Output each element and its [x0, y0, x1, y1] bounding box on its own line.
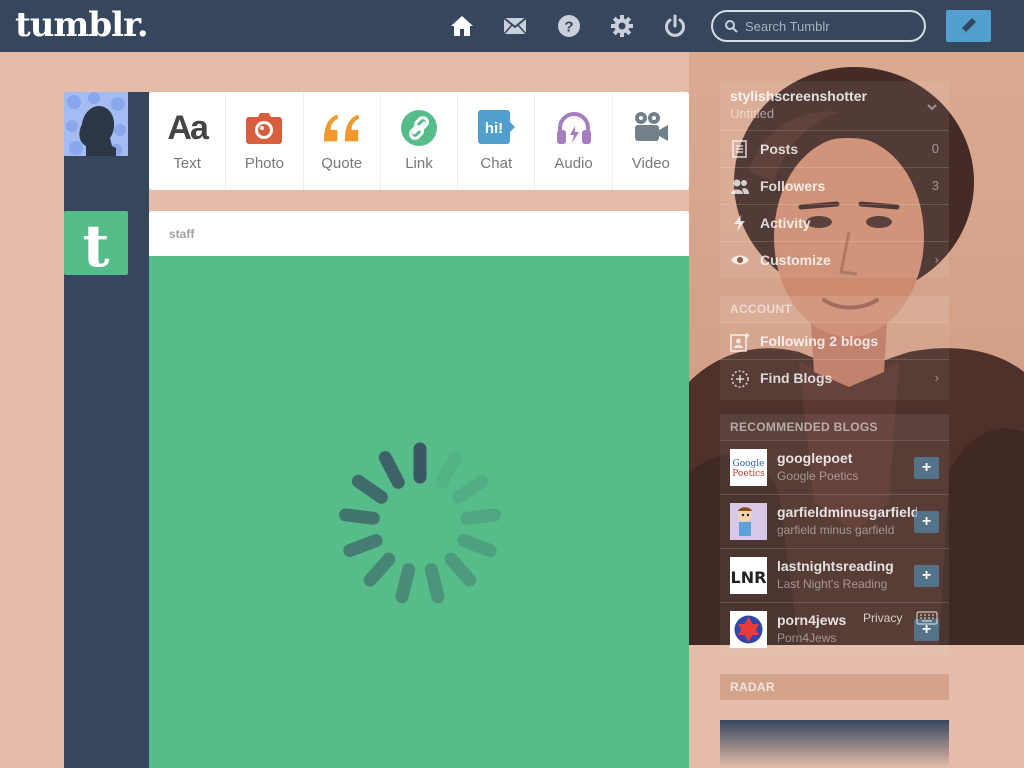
- following-icon: [730, 332, 750, 352]
- account-header: ACCOUNT: [730, 302, 793, 316]
- chevron-down-icon[interactable]: [925, 100, 939, 119]
- post-type-link[interactable]: Link: [381, 92, 459, 190]
- post-type-text[interactable]: Aa Text: [149, 92, 227, 190]
- keyboard-icon[interactable]: [916, 611, 938, 630]
- sidebar-item-followers[interactable]: Followers 3: [720, 167, 949, 204]
- gear-icon[interactable]: [609, 13, 635, 39]
- camera-icon: [244, 110, 284, 146]
- sidebar-item-following[interactable]: Following 2 blogs: [720, 322, 949, 360]
- top-navigation-bar: tumblr. ?: [0, 0, 1024, 52]
- svg-text:t: t: [83, 212, 110, 275]
- post-header: staff: [149, 211, 689, 256]
- followers-icon: [730, 177, 750, 195]
- follow-plus-button[interactable]: +: [914, 565, 939, 587]
- recommended-blog-item[interactable]: Google Poetics googlepoet Google Poetics …: [720, 440, 949, 494]
- follow-plus-button[interactable]: +: [914, 511, 939, 533]
- eye-icon: [730, 251, 750, 269]
- tumblr-logo[interactable]: tumblr.: [15, 5, 149, 45]
- text-icon: Aa: [167, 108, 208, 147]
- recommended-blog-item[interactable]: garfieldminusgarfield garfield minus gar…: [720, 494, 949, 548]
- svg-text:LNR: LNR: [731, 568, 767, 587]
- radar-post-preview[interactable]: [720, 720, 949, 768]
- link-icon: [399, 110, 439, 146]
- search-input[interactable]: [745, 17, 915, 35]
- svg-text:hi!: hi!: [485, 120, 503, 137]
- home-icon[interactable]: [449, 13, 475, 39]
- video-camera-icon: [631, 110, 671, 146]
- post-type-audio[interactable]: Audio: [535, 92, 613, 190]
- radar-header: RADAR: [730, 680, 775, 694]
- star-avatar: [730, 611, 767, 648]
- sidebar-item-posts[interactable]: Posts 0: [720, 130, 949, 167]
- svg-text:Google: Google: [733, 459, 765, 469]
- find-blogs-icon: [730, 369, 750, 388]
- activity-icon: [730, 214, 750, 232]
- recommended-blog-item[interactable]: LNR lastnightsreading Last Night's Readi…: [720, 548, 949, 602]
- pencil-icon: [961, 18, 976, 33]
- posts-icon: [730, 140, 750, 158]
- compose-button[interactable]: [946, 10, 991, 42]
- follow-plus-button[interactable]: +: [914, 457, 939, 479]
- post-author[interactable]: staff: [169, 227, 194, 241]
- loading-spinner-icon: [333, 437, 507, 611]
- user-avatar[interactable]: [64, 92, 128, 156]
- search-icon: [725, 20, 738, 33]
- svg-text:?: ?: [564, 19, 573, 36]
- post-type-bar: Aa Text Photo Quote Link hi! Chat Audio: [149, 92, 689, 190]
- sidebar-item-customize[interactable]: Customize ›: [720, 241, 949, 278]
- google-poetics-logo: Google Poetics: [730, 449, 767, 486]
- quote-icon: [322, 110, 362, 146]
- staff-avatar[interactable]: t: [64, 211, 128, 280]
- power-icon[interactable]: [662, 13, 688, 39]
- post-type-photo[interactable]: Photo: [226, 92, 304, 190]
- privacy-link[interactable]: Privacy: [863, 611, 902, 625]
- recommended-header: RECOMMENDED BLOGS: [730, 420, 878, 434]
- headphones-icon: [554, 110, 594, 146]
- post-type-chat[interactable]: hi! Chat: [458, 92, 536, 190]
- mail-icon[interactable]: [502, 13, 528, 39]
- lnr-logo: LNR: [730, 557, 767, 594]
- recommended-blog-item[interactable]: porn4jews Porn4Jews +: [720, 602, 949, 656]
- garfield-avatar: [730, 503, 767, 540]
- sidebar-item-find-blogs[interactable]: Find Blogs ›: [720, 359, 949, 397]
- svg-text:Poetics: Poetics: [732, 469, 765, 479]
- post-type-video[interactable]: Video: [613, 92, 689, 190]
- sidebar-item-activity[interactable]: Activity: [720, 204, 949, 241]
- post-type-quote[interactable]: Quote: [304, 92, 381, 190]
- search-box[interactable]: [711, 10, 926, 42]
- dashboard-left-column: [64, 92, 149, 768]
- chat-icon: hi!: [476, 110, 516, 146]
- help-icon[interactable]: ?: [556, 13, 582, 39]
